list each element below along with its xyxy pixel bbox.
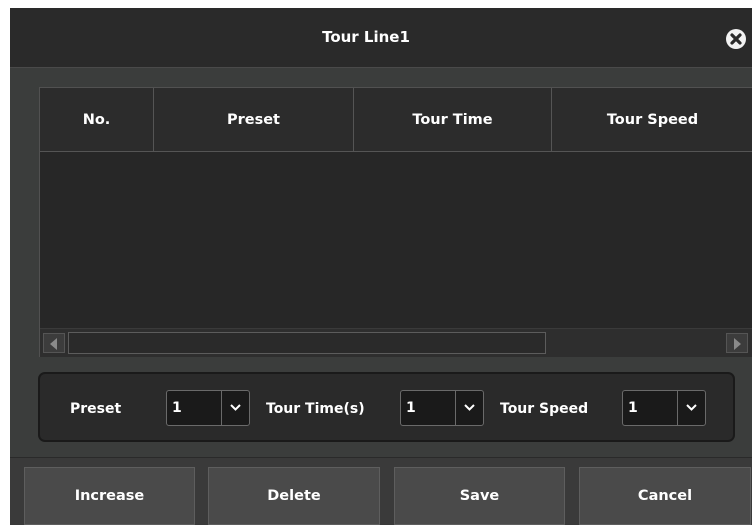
- tour-line-dialog: Tour Line1 No. Preset Tour Time Tour Spe…: [10, 8, 752, 525]
- column-header-no[interactable]: No.: [40, 88, 154, 152]
- tour-points-table: No. Preset Tour Time Tour Speed: [39, 87, 752, 357]
- chevron-down-icon: [686, 404, 697, 411]
- preset-dropdown-button[interactable]: [221, 391, 249, 425]
- arrow-right-icon: [734, 338, 741, 350]
- chevron-down-icon: [464, 404, 475, 411]
- dialog-titlebar: Tour Line1: [10, 8, 752, 68]
- increase-button[interactable]: Increase: [24, 467, 195, 525]
- close-button[interactable]: [726, 29, 746, 49]
- preset-select-value: 1: [172, 400, 182, 416]
- arrow-left-icon: [50, 338, 57, 350]
- column-header-preset[interactable]: Preset: [154, 88, 354, 152]
- scroll-left-button[interactable]: [43, 333, 65, 353]
- dialog-footer: Increase Delete Save Cancel: [10, 457, 752, 525]
- delete-button[interactable]: Delete: [208, 467, 380, 525]
- column-header-tour-speed[interactable]: Tour Speed: [552, 88, 752, 152]
- tour-time-select-value: 1: [406, 400, 416, 416]
- tour-speed-dropdown-button[interactable]: [677, 391, 705, 425]
- tour-time-select[interactable]: 1: [400, 390, 484, 426]
- chevron-down-icon: [230, 404, 241, 411]
- dialog-title: Tour Line1: [322, 28, 410, 46]
- tour-speed-select[interactable]: 1: [622, 390, 706, 426]
- preset-label: Preset: [70, 401, 122, 417]
- column-header-tour-time[interactable]: Tour Time: [354, 88, 552, 152]
- table-body[interactable]: [40, 152, 752, 328]
- scrollbar-thumb[interactable]: [68, 332, 546, 354]
- cancel-button[interactable]: Cancel: [579, 467, 751, 525]
- close-icon: [730, 33, 742, 45]
- tour-time-dropdown-button[interactable]: [455, 391, 483, 425]
- tour-speed-label: Tour Speed: [500, 401, 589, 417]
- tour-time-label: Tour Time(s): [266, 401, 365, 417]
- settings-panel: Preset 1 Tour Time(s) 1 Tour Speed 1: [38, 372, 735, 442]
- horizontal-scrollbar[interactable]: [40, 328, 752, 357]
- table-header: No. Preset Tour Time Tour Speed: [40, 88, 752, 152]
- scroll-right-button[interactable]: [726, 333, 748, 353]
- preset-select[interactable]: 1: [166, 390, 250, 426]
- tour-speed-select-value: 1: [628, 400, 638, 416]
- save-button[interactable]: Save: [394, 467, 565, 525]
